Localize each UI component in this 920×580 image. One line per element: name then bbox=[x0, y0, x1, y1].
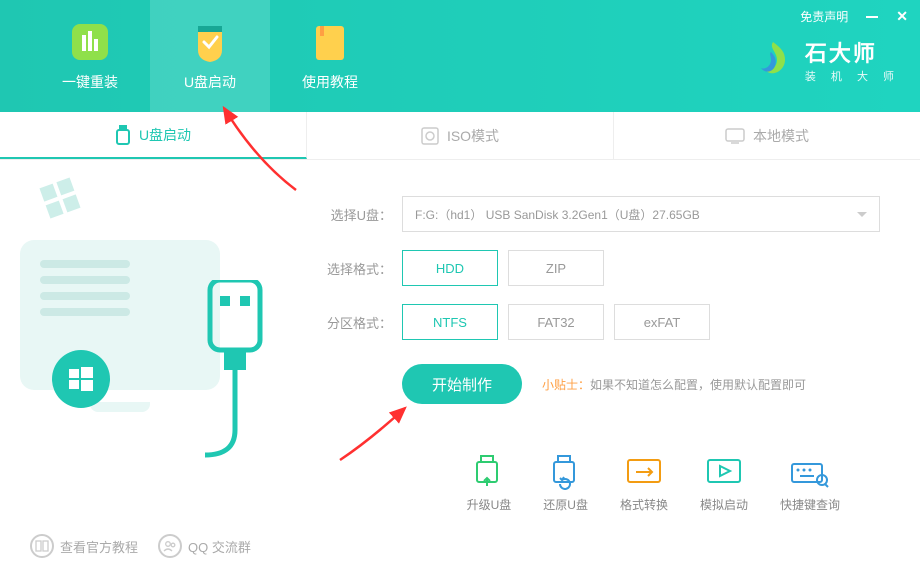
window-controls: 免责声明 ✕ bbox=[800, 8, 908, 25]
disk-label: 选择U盘： bbox=[320, 205, 392, 224]
tool-hotkey-lookup[interactable]: 快捷键查询 bbox=[780, 454, 840, 513]
subtab-local[interactable]: 本地模式 bbox=[614, 112, 920, 159]
format-label: 选择格式： bbox=[320, 259, 392, 278]
people-icon bbox=[158, 534, 182, 558]
tools-row: 升级U盘 还原U盘 格式转换 模拟启动 快捷键查询 bbox=[320, 454, 880, 513]
official-tutorial-link[interactable]: 查看官方教程 bbox=[30, 534, 138, 558]
partition-label: 分区格式： bbox=[320, 313, 392, 332]
disk-select[interactable]: F:G:（hd1） USB SanDisk 3.2Gen1（U盘）27.65GB bbox=[402, 196, 880, 232]
bars-icon bbox=[68, 20, 112, 64]
brand-subtitle: 装 机 大 师 bbox=[805, 68, 900, 84]
app-header: 一键重装 U盘启动 使用教程 免责声明 ✕ 石大师 装 机 大 师 bbox=[0, 0, 920, 112]
subtab-label: ISO模式 bbox=[447, 126, 499, 146]
brand-logo-icon bbox=[751, 38, 795, 82]
iso-icon bbox=[421, 127, 439, 145]
partition-option-exfat[interactable]: exFAT bbox=[614, 304, 710, 340]
qq-group-link[interactable]: QQ 交流群 bbox=[158, 534, 251, 558]
sub-nav: U盘启动 ISO模式 本地模式 bbox=[0, 112, 920, 160]
usb-up-icon bbox=[469, 454, 509, 490]
simulate-icon bbox=[704, 454, 744, 490]
monitor-icon bbox=[725, 128, 745, 144]
tab-label: 一键重装 bbox=[62, 72, 118, 92]
partition-option-ntfs[interactable]: NTFS bbox=[402, 304, 498, 340]
main-content: 选择U盘： F:G:（hd1） USB SanDisk 3.2Gen1（U盘）2… bbox=[0, 160, 920, 530]
close-button[interactable]: ✕ bbox=[896, 8, 908, 25]
tool-upgrade-usb[interactable]: 升级U盘 bbox=[467, 454, 512, 513]
usb-shield-icon bbox=[188, 20, 232, 64]
main-nav: 一键重装 U盘启动 使用教程 bbox=[0, 0, 390, 112]
convert-icon bbox=[624, 454, 664, 490]
config-panel: 选择U盘： F:G:（hd1） USB SanDisk 3.2Gen1（U盘）2… bbox=[300, 160, 920, 530]
format-option-zip[interactable]: ZIP bbox=[508, 250, 604, 286]
keyboard-icon bbox=[790, 454, 830, 490]
subtab-iso[interactable]: ISO模式 bbox=[307, 112, 614, 159]
brand-title: 石大师 bbox=[805, 36, 900, 68]
windows-badge-icon bbox=[52, 350, 110, 408]
windows-deco-icon bbox=[37, 175, 83, 221]
tool-simulate-boot[interactable]: 模拟启动 bbox=[700, 454, 748, 513]
tool-restore-usb[interactable]: 还原U盘 bbox=[543, 454, 588, 513]
brand: 石大师 装 机 大 师 bbox=[751, 36, 900, 84]
tab-reinstall[interactable]: 一键重装 bbox=[30, 0, 150, 112]
usb-plug-illustration bbox=[200, 280, 270, 470]
footer-links: 查看官方教程 QQ 交流群 bbox=[30, 534, 251, 558]
illustration-panel bbox=[0, 160, 300, 530]
tab-label: U盘启动 bbox=[184, 72, 236, 92]
subtab-label: 本地模式 bbox=[753, 126, 809, 146]
tab-label: 使用教程 bbox=[302, 72, 358, 92]
usb-refresh-icon bbox=[546, 454, 586, 490]
disclaimer-link[interactable]: 免责声明 bbox=[800, 8, 848, 25]
tool-format-convert[interactable]: 格式转换 bbox=[620, 454, 668, 513]
book-open-icon bbox=[30, 534, 54, 558]
monitor-illustration bbox=[20, 240, 220, 390]
partition-option-fat32[interactable]: FAT32 bbox=[508, 304, 604, 340]
minimize-button[interactable] bbox=[866, 16, 878, 18]
tip-text: 小贴士：如果不知道怎么配置，使用默认配置即可 bbox=[542, 376, 806, 393]
subtab-label: U盘启动 bbox=[139, 125, 191, 145]
disk-select-value: F:G:（hd1） USB SanDisk 3.2Gen1（U盘）27.65GB bbox=[415, 206, 700, 223]
tab-tutorial[interactable]: 使用教程 bbox=[270, 0, 390, 112]
tab-usb-boot[interactable]: U盘启动 bbox=[150, 0, 270, 112]
book-icon bbox=[308, 20, 352, 64]
start-button[interactable]: 开始制作 bbox=[402, 364, 522, 404]
format-option-hdd[interactable]: HDD bbox=[402, 250, 498, 286]
subtab-usb-boot[interactable]: U盘启动 bbox=[0, 112, 307, 159]
usb-icon bbox=[115, 125, 131, 145]
